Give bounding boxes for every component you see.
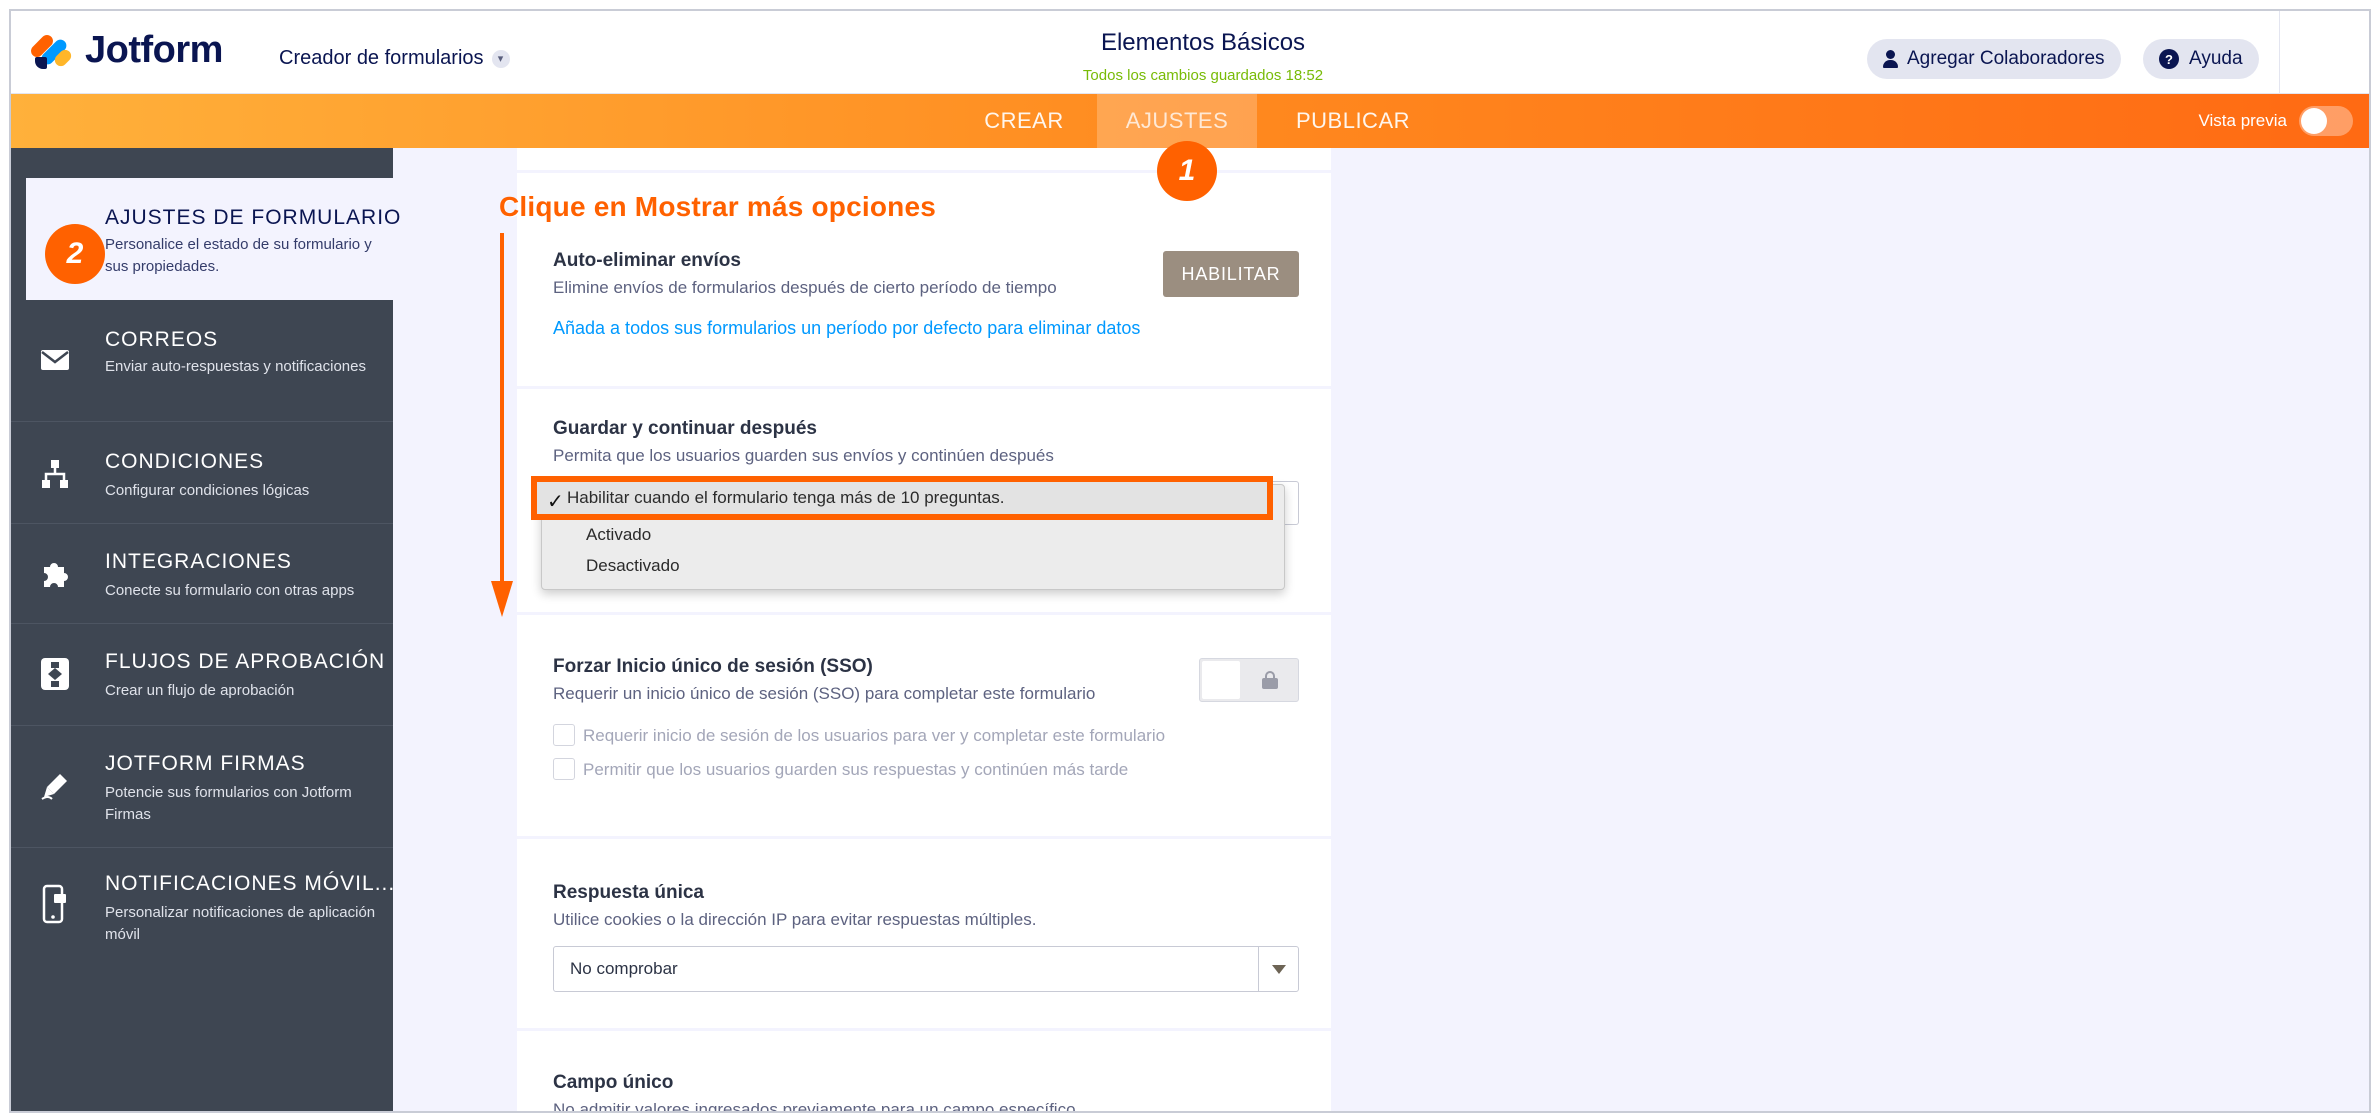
sidebar-item-title: CONDICIONES bbox=[105, 450, 265, 473]
dropdown-option-enable-10-questions: Habilitar cuando el formulario tenga más… bbox=[567, 488, 1005, 507]
sidebar-item-title: CORREOS bbox=[105, 328, 219, 351]
add-collaborators-button[interactable]: Agregar Colaboradores bbox=[1867, 39, 2121, 79]
sidebar-item-conditions[interactable]: CONDICIONES Configurar condiciones lógic… bbox=[11, 422, 393, 524]
form-title[interactable]: Elementos Básicos bbox=[1013, 29, 1393, 57]
down-arrow-icon bbox=[491, 233, 513, 617]
pen-signature-icon bbox=[39, 770, 71, 802]
default-deletion-link[interactable]: Añada a todos sus formularios un período… bbox=[553, 318, 1140, 339]
builder-dropdown[interactable]: Creador de formularios ▾ bbox=[279, 47, 510, 70]
sidebar-item-desc: Enviar auto-respuestas y notificaciones bbox=[105, 358, 366, 375]
unique-response-label: Respuesta única bbox=[553, 882, 704, 903]
lock-icon bbox=[1262, 671, 1278, 689]
sso-allow-save-checkbox[interactable] bbox=[553, 758, 575, 780]
sidebar-item-integrations[interactable]: INTEGRACIONES Conecte su formulario con … bbox=[11, 524, 393, 624]
header-divider bbox=[2279, 11, 2280, 94]
flowchart-icon bbox=[39, 458, 71, 490]
unique-response-desc: Utilice cookies o la dirección IP para e… bbox=[553, 910, 1037, 929]
unique-field-label: Campo único bbox=[553, 1072, 674, 1093]
auto-delete-label: Auto-eliminar envíos bbox=[553, 250, 741, 271]
step-2-badge: 2 bbox=[45, 224, 105, 284]
sidebar-item-title: INTEGRACIONES bbox=[105, 550, 292, 573]
sidebar-item-jotform-sign[interactable]: JOTFORM FIRMAS Potencie sus formularios … bbox=[11, 726, 393, 848]
sso-require-login-checkbox[interactable] bbox=[553, 724, 575, 746]
checkmark-icon: ✓ bbox=[547, 491, 564, 513]
sso-allow-save-label: Permitir que los usuarios guarden sus re… bbox=[583, 760, 1129, 779]
help-button[interactable]: ? Ayuda bbox=[2143, 39, 2259, 79]
sidebar-item-desc: Personalizar notificaciones de aplicació… bbox=[105, 904, 376, 943]
sidebar-item-title: AJUSTES DE FORMULARIO bbox=[105, 206, 402, 229]
jotform-logo-icon bbox=[28, 31, 74, 71]
save-continue-label: Guardar y continuar después bbox=[553, 418, 817, 439]
form-title-area: Elementos Básicos Todos los cambios guar… bbox=[1013, 29, 1393, 84]
sidebar-item-desc: Personalice el estado de su formulario y… bbox=[105, 236, 372, 275]
section-divider bbox=[517, 612, 1331, 615]
main-nav: CREAR AJUSTES PUBLICAR Vista previa bbox=[11, 94, 2369, 148]
sidebar-item-title: FLUJOS DE APROBACIÓN bbox=[105, 650, 386, 673]
logo-text: Jotform bbox=[85, 29, 223, 71]
settings-panel: Auto-eliminar envíos Elimine envíos de f… bbox=[517, 148, 1331, 1113]
builder-label: Creador de formularios bbox=[279, 47, 484, 69]
help-label: Ayuda bbox=[2189, 48, 2243, 69]
enable-auto-delete-button[interactable]: HABILITAR bbox=[1163, 251, 1299, 297]
tab-ajustes[interactable]: AJUSTES bbox=[1097, 94, 1257, 148]
section-divider bbox=[517, 1028, 1331, 1031]
sso-toggle[interactable] bbox=[1199, 658, 1299, 702]
puzzle-icon bbox=[39, 558, 71, 590]
dropdown-option-selected-highlight[interactable]: Habilitar cuando el formulario tenga más… bbox=[531, 476, 1273, 520]
sidebar-item-desc: Configurar condiciones lógicas bbox=[105, 482, 310, 499]
sidebar-item-desc: Conecte su formulario con otras apps bbox=[105, 582, 355, 599]
section-divider bbox=[517, 836, 1331, 839]
unique-field-desc: No admitir valores ingresados previament… bbox=[553, 1100, 1076, 1113]
sidebar-item-title: NOTIFICACIONES MÓVIL... bbox=[105, 872, 396, 895]
auto-delete-desc: Elimine envíos de formularios después de… bbox=[553, 278, 1057, 297]
help-icon: ? bbox=[2159, 49, 2179, 69]
mobile-phone-icon bbox=[39, 884, 71, 924]
tab-crear[interactable]: CREAR bbox=[969, 94, 1079, 148]
save-continue-desc: Permita que los usuarios guarden sus env… bbox=[553, 446, 1054, 465]
tab-publicar[interactable]: PUBLICAR bbox=[1273, 94, 1433, 148]
unique-response-select[interactable]: No comprobar bbox=[553, 946, 1299, 992]
step-1-badge: 1 bbox=[1157, 141, 1217, 201]
sso-require-login-label: Requerir inicio de sesión de los usuario… bbox=[583, 726, 1166, 745]
sidebar-item-approval-flows[interactable]: FLUJOS DE APROBACIÓN Crear un flujo de a… bbox=[11, 624, 393, 726]
chevron-down-icon: ▾ bbox=[491, 49, 510, 68]
sidebar-item-title: JOTFORM FIRMAS bbox=[105, 752, 306, 775]
instruction-annotation: Clique en Mostrar más opciones bbox=[499, 191, 936, 222]
dropdown-option-activado[interactable]: Activado bbox=[586, 525, 651, 545]
sso-label: Forzar Inicio único de sesión (SSO) bbox=[553, 656, 873, 677]
unique-response-value: No comprobar bbox=[570, 959, 678, 978]
sidebar-item-desc: Crear un flujo de aprobación bbox=[105, 682, 295, 699]
user-icon bbox=[1883, 50, 1898, 68]
preview-toggle-group: Vista previa bbox=[2198, 106, 2353, 136]
save-status: Todos los cambios guardados 18:52 bbox=[1082, 67, 1324, 84]
app-window: Jotform Creador de formularios ▾ Element… bbox=[9, 9, 2371, 1113]
dropdown-option-desactivado[interactable]: Desactivado bbox=[586, 556, 680, 576]
sso-desc: Requerir un inicio único de sesión (SSO)… bbox=[553, 684, 1096, 703]
add-collaborators-label: Agregar Colaboradores bbox=[1907, 48, 2105, 69]
sidebar-item-desc: Potencie sus formularios con Jotform Fir… bbox=[105, 784, 352, 823]
envelope-icon bbox=[39, 344, 71, 376]
top-header: Jotform Creador de formularios ▾ Element… bbox=[11, 11, 2369, 94]
preview-toggle[interactable] bbox=[2299, 106, 2353, 136]
sidebar-item-emails[interactable]: CORREOS Enviar auto-respuestas y notific… bbox=[11, 300, 393, 422]
approval-flow-icon bbox=[39, 658, 71, 690]
jotform-logo[interactable]: Jotform bbox=[28, 29, 223, 72]
settings-sidebar: AJUSTES DE FORMULARIO Personalice el est… bbox=[11, 148, 400, 1111]
section-divider bbox=[517, 386, 1331, 389]
preview-label: Vista previa bbox=[2198, 111, 2287, 130]
sidebar-item-mobile-notifications[interactable]: NOTIFICACIONES MÓVIL... Personalizar not… bbox=[11, 848, 396, 968]
dropdown-arrow-icon bbox=[1258, 947, 1298, 991]
